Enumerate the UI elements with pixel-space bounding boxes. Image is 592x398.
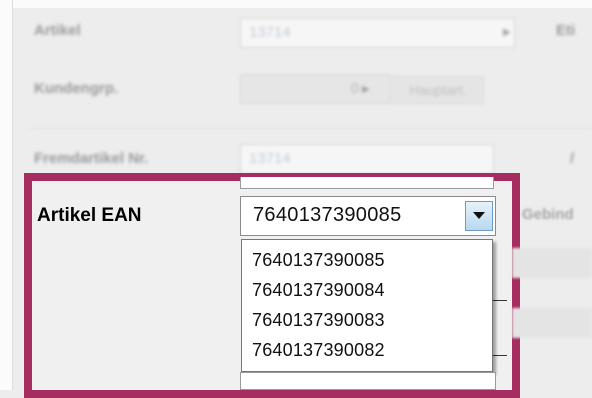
dropdown-option[interactable]: 7640137390083 [252,310,385,331]
dropdown-toggle-button[interactable] [465,201,493,231]
artikel-arrow-icon[interactable]: ▶ [503,27,511,38]
kundengrp-arrow-icon[interactable]: ▶ [362,84,370,95]
underlying-field-edge-2 [493,355,507,356]
gebinde-label-partial: Gebind [522,206,574,223]
hauptart-button[interactable]: Hauptart. [392,76,484,104]
dropdown-option[interactable]: 7640137390085 [252,250,385,271]
slash-label-partial: / [570,150,575,167]
right-background-partial: Gebind [512,190,592,390]
fremdartikel-field-edge[interactable] [240,177,494,189]
underlying-field-bottom[interactable] [240,372,496,390]
fremdartikel-label: Fremdartikel Nr. [34,150,149,167]
blurred-field-1 [512,248,592,278]
artikel-field[interactable]: 13714 [240,18,515,48]
artikel-ean-dropdown-list[interactable]: 7640137390085 7640137390084 764013739008… [241,239,493,372]
artikel-ean-label: Artikel EAN [37,205,142,226]
artikel-ean-combobox[interactable]: 7640137390085 [240,196,496,236]
section-divider [30,128,592,129]
fremdartikel-field[interactable]: 13714 [240,144,494,174]
kundengrp-label: Kundengrp. [34,80,119,97]
underlying-field-edge-1 [493,300,507,301]
artikel-ean-selected-value: 7640137390085 [253,204,402,226]
artikel-label: Artikel [34,22,81,39]
blurred-field-2 [512,308,592,338]
chevron-down-icon [473,212,485,219]
etikett-label-partial: Eti [556,22,576,39]
dropdown-option[interactable]: 7640137390084 [252,280,385,301]
dropdown-option[interactable]: 7640137390082 [252,340,385,361]
